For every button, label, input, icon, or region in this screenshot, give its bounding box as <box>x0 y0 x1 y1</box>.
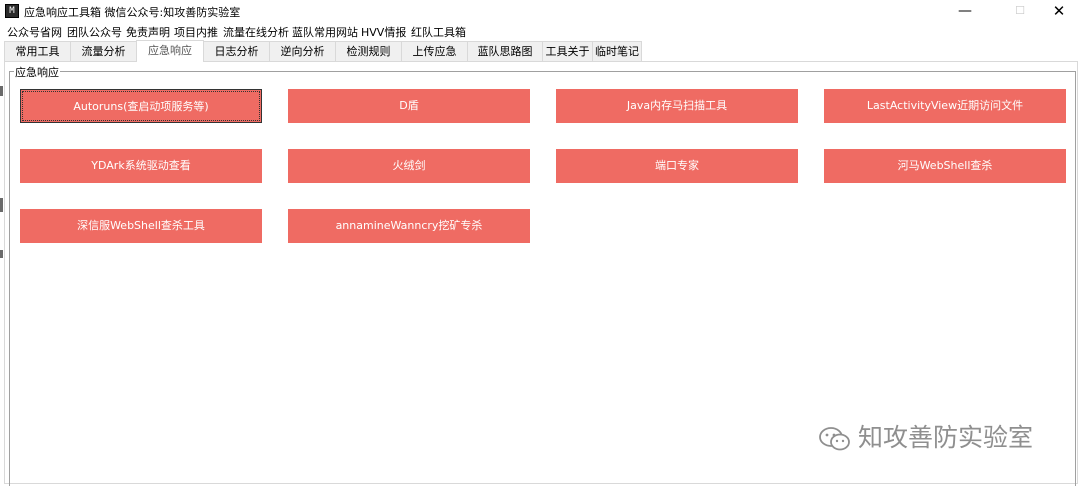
sangfor-webshell-button[interactable]: 深信服WebShell查杀工具 <box>20 209 262 243</box>
menu-item-official-accounts[interactable]: 公众号省网 <box>7 24 62 40</box>
hema-webshell-button[interactable]: 河马WebShell查杀 <box>824 149 1066 183</box>
app-icon: M <box>5 4 19 18</box>
java-memshell-scan-button[interactable]: Java内存马扫描工具 <box>556 89 798 123</box>
watermark-text: 知攻善防实验室 <box>858 423 1034 452</box>
tab-incident-response[interactable]: 应急响应 <box>136 40 204 62</box>
menu-item-online-traffic-analysis[interactable]: 流量在线分析 <box>223 24 289 40</box>
tab-blue-team-mindmap[interactable]: 蓝队思路图 <box>467 41 543 61</box>
port-expert-button[interactable]: 端口专家 <box>556 149 798 183</box>
close-icon[interactable]: ✕ <box>1036 0 1080 22</box>
edge-artifact <box>0 250 3 258</box>
wechat-icon <box>819 427 850 451</box>
tab-reverse-analysis[interactable]: 逆向分析 <box>269 41 336 61</box>
autoruns-button[interactable]: Autoruns(查启动项服务等) <box>20 89 262 123</box>
menu-item-blue-team-sites[interactable]: 蓝队常用网站 <box>292 24 358 40</box>
menu-bar: 公众号省网 团队公众号 免责声明 项目内推 流量在线分析 蓝队常用网站 HVV情… <box>0 22 1080 40</box>
tab-temp-notes[interactable]: 临时笔记 <box>592 41 642 61</box>
window-title: 应急响应工具箱 微信公众号:知攻善防实验室 <box>24 6 241 19</box>
lastactivityview-button[interactable]: LastActivityView近期访问文件 <box>824 89 1066 123</box>
wannacry-miner-killer-button[interactable]: annamineWanncry挖矿专杀 <box>288 209 530 243</box>
edge-artifact <box>0 86 3 96</box>
d-shield-button[interactable]: D盾 <box>288 89 530 123</box>
menu-item-team-account[interactable]: 团队公众号 <box>67 24 122 40</box>
minimize-icon[interactable]: — <box>942 0 988 22</box>
tab-about-tools[interactable]: 工具关于 <box>542 41 593 61</box>
tab-upload-response[interactable]: 上传应急 <box>401 41 468 61</box>
tab-detection-rules[interactable]: 检测规则 <box>335 41 402 61</box>
menu-item-hvv-intel[interactable]: HVV情报 <box>361 24 406 40</box>
huorong-sword-button[interactable]: 火绒剑 <box>288 149 530 183</box>
tab-traffic-analysis[interactable]: 流量分析 <box>70 41 137 61</box>
menu-item-red-team-toolbox[interactable]: 红队工具箱 <box>411 24 466 40</box>
menu-item-disclaimer[interactable]: 免责声明 <box>126 24 170 40</box>
edge-artifact <box>0 198 3 212</box>
tab-common-tools[interactable]: 常用工具 <box>4 41 71 61</box>
title-bar: M 应急响应工具箱 微信公众号:知攻善防实验室 — ☐ ✕ <box>0 0 1080 22</box>
ydark-button[interactable]: YDArk系统驱动查看 <box>20 149 262 183</box>
menu-item-referral[interactable]: 项目内推 <box>174 24 218 40</box>
tab-log-analysis[interactable]: 日志分析 <box>203 41 270 61</box>
group-title: 应急响应 <box>14 64 60 80</box>
tab-strip: 常用工具 流量分析 应急响应 日志分析 逆向分析 检测规则 上传应急 蓝队思路图… <box>4 40 1076 62</box>
